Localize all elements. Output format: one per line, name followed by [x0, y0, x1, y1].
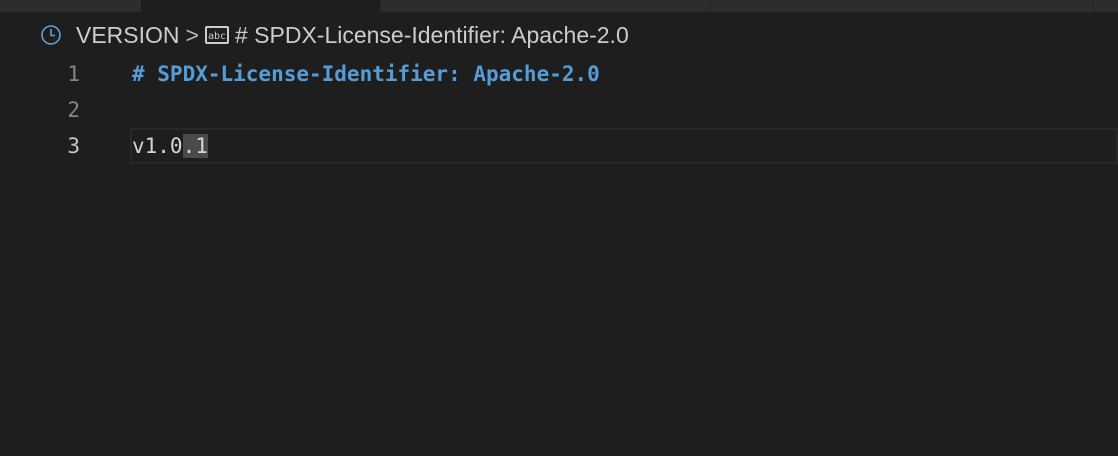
breadcrumb-symbol[interactable]: # SPDX-License-Identifier: Apache-2.0 [235, 22, 629, 49]
line-number: 2 [67, 98, 80, 122]
line-number: 1 [67, 62, 80, 86]
line-number: 3 [67, 134, 80, 158]
tab[interactable] [0, 0, 142, 12]
breadcrumb-file[interactable]: VERSION [76, 22, 180, 49]
code-editor[interactable]: 1 # SPDX-License-Identifier: Apache-2.0 … [0, 56, 1118, 164]
breadcrumb-separator: > [185, 21, 199, 48]
clock-icon [41, 25, 61, 45]
code-line[interactable]: 1 # SPDX-License-Identifier: Apache-2.0 [0, 56, 1118, 92]
tab-active[interactable] [141, 0, 381, 12]
abc-string-icon: abc [204, 26, 229, 44]
breadcrumb: VERSION > abc # SPDX-License-Identifier:… [40, 20, 629, 50]
line-text: # SPDX-License-Identifier: Apache-2.0 [132, 62, 600, 86]
line-text: v1.0.1 [132, 128, 208, 164]
code-line[interactable]: 2 [0, 92, 1118, 128]
tab[interactable] [1094, 0, 1118, 12]
line-text-plain: v1.0 [132, 134, 183, 158]
tab[interactable] [711, 0, 1094, 12]
tab[interactable] [381, 0, 711, 12]
current-line-highlight [130, 128, 1118, 164]
selected-text: .1 [182, 134, 208, 158]
tab-bar [0, 0, 1118, 12]
code-line-current[interactable]: 3 v1.0.1 [0, 128, 1118, 164]
